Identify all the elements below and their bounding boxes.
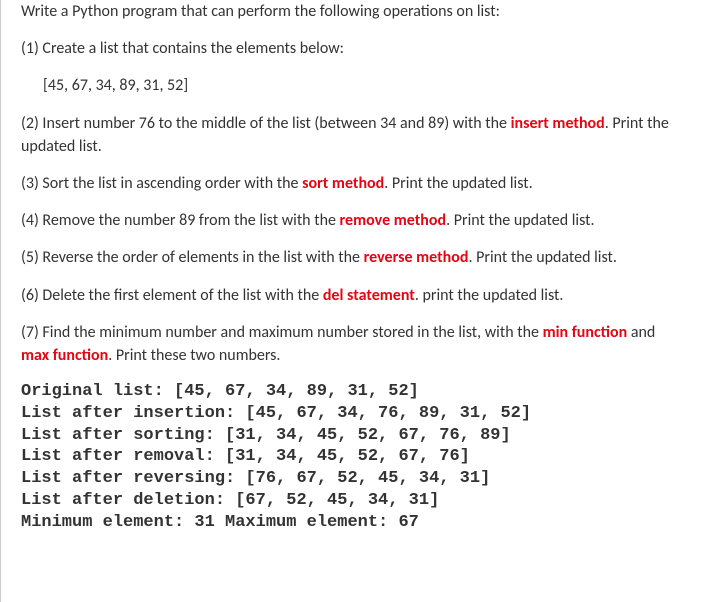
step-3-text-b: . Print the updated list. bbox=[384, 174, 532, 193]
output-block: Original list: [45, 67, 34, 89, 31, 52]L… bbox=[21, 381, 684, 533]
intro-text: Write a Python program that can perform … bbox=[21, 0, 684, 23]
output-line-2: List after insertion: [45, 67, 34, 76, 8… bbox=[21, 403, 684, 425]
step-7: (7) Find the minimum number and maximum … bbox=[21, 321, 684, 367]
step-4: (4) Remove the number 89 from the list w… bbox=[21, 209, 684, 232]
step-2: (2) Insert number 76 to the middle of th… bbox=[21, 112, 684, 158]
step-2-text-a: (2) Insert number 76 to the middle of th… bbox=[21, 114, 511, 133]
step-5-text-b: . Print the updated list. bbox=[468, 248, 616, 267]
step-6-text-a: (6) Delete the first element of the list… bbox=[21, 286, 323, 305]
output-line-7: Minimum element: 31 Maximum element: 67 bbox=[21, 512, 684, 534]
keyword-remove-method: remove method bbox=[340, 211, 447, 230]
output-line-6: List after deletion: [67, 52, 45, 34, 31… bbox=[21, 490, 684, 512]
output-line-5: List after reversing: [76, 67, 52, 45, 3… bbox=[21, 468, 684, 490]
keyword-insert-method: insert method bbox=[511, 114, 605, 133]
step-4-text-b: . Print the updated list. bbox=[446, 211, 594, 230]
step-5: (5) Reverse the order of elements in the… bbox=[21, 246, 684, 269]
step-3: (3) Sort the list in ascending order wit… bbox=[21, 172, 684, 195]
problem-page: Write a Python program that can perform … bbox=[0, 0, 704, 602]
step-7-text-mid: and bbox=[627, 323, 655, 342]
step-5-text-a: (5) Reverse the order of elements in the… bbox=[21, 248, 364, 267]
step-7-text-a: (7) Find the minimum number and maximum … bbox=[21, 323, 543, 342]
keyword-reverse-method: reverse method bbox=[364, 248, 469, 267]
step-4-text-a: (4) Remove the number 89 from the list w… bbox=[21, 211, 340, 230]
step-6-text-b: . print the updated list. bbox=[415, 286, 564, 305]
output-line-1: Original list: [45, 67, 34, 89, 31, 52] bbox=[21, 381, 684, 403]
keyword-del-statement: del statement bbox=[323, 286, 415, 305]
keyword-sort-method: sort method bbox=[302, 174, 384, 193]
step-1: (1) Create a list that contains the elem… bbox=[21, 37, 684, 60]
output-line-3: List after sorting: [31, 34, 45, 52, 67,… bbox=[21, 425, 684, 447]
list-literal: [45, 67, 34, 89, 31, 52] bbox=[21, 74, 684, 97]
step-3-text-a: (3) Sort the list in ascending order wit… bbox=[21, 174, 302, 193]
step-6: (6) Delete the first element of the list… bbox=[21, 284, 684, 307]
keyword-min-function: min function bbox=[543, 323, 628, 342]
output-line-4: List after removal: [31, 34, 45, 52, 67,… bbox=[21, 446, 684, 468]
keyword-max-function: max function bbox=[21, 346, 108, 365]
step-7-text-b: . Print these two numbers. bbox=[108, 346, 280, 365]
